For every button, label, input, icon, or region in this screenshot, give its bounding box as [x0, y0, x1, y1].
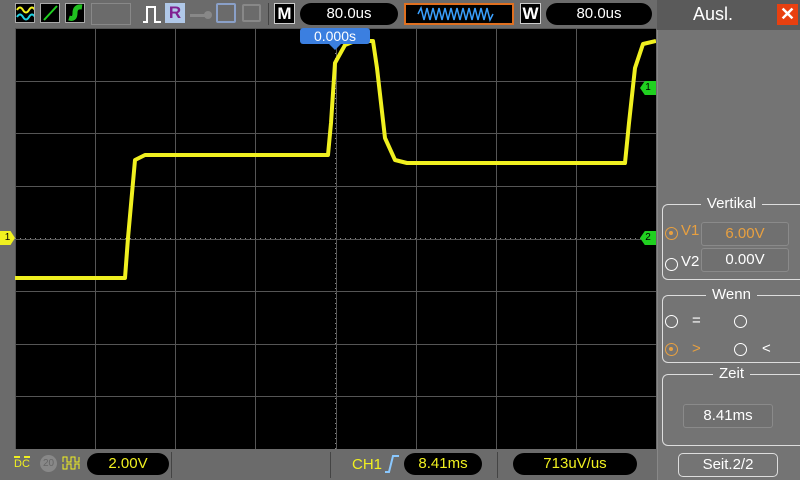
v2-radio[interactable] [665, 258, 678, 271]
option-radio[interactable] [734, 315, 747, 328]
math-line-icon[interactable] [40, 3, 60, 23]
persistence-icon[interactable] [65, 3, 85, 23]
run-mode-button[interactable]: R [165, 3, 185, 23]
close-icon[interactable]: ✕ [777, 4, 798, 25]
trigger-time[interactable]: 8.41ms [404, 453, 482, 475]
wenn-group: Wenn [662, 286, 800, 363]
greater-label: > [692, 340, 701, 357]
timebase-mode-label: M [274, 3, 295, 24]
divider [330, 452, 331, 478]
vertikal-title: Vertikal [700, 195, 763, 212]
zeit-value[interactable]: 8.41ms [683, 404, 773, 428]
v1-radio[interactable] [665, 227, 678, 240]
ch-waveform-icon [62, 455, 82, 476]
divider [268, 3, 269, 25]
less-label: < [762, 340, 771, 357]
window-mode-label: W [520, 3, 541, 24]
wenn-title: Wenn [706, 286, 757, 303]
divider [497, 452, 498, 478]
bw-limit-icon: 20 [40, 455, 57, 472]
equal-radio[interactable] [665, 315, 678, 328]
pulse-trigger-icon[interactable] [142, 4, 162, 29]
trigger-position-marker [329, 44, 341, 50]
trigger-channel: CH1 [352, 456, 383, 473]
page-button[interactable]: Seit.2/2 [678, 453, 778, 477]
v1-label: V1 [681, 222, 700, 239]
empty-slot [91, 3, 131, 25]
timebase-value[interactable]: 80.0us [300, 3, 398, 25]
save-icon[interactable] [216, 3, 236, 23]
greater-radio[interactable] [665, 343, 678, 356]
waveform-display[interactable] [15, 28, 657, 450]
ch1-ground-marker[interactable]: 1 [0, 231, 15, 245]
graticule [15, 28, 657, 450]
trigger-position-label[interactable]: 0.000s [300, 28, 370, 44]
print-icon[interactable] [242, 4, 261, 22]
less-radio[interactable] [734, 343, 747, 356]
window-overview[interactable] [404, 3, 514, 25]
divider [171, 452, 172, 478]
v2-label: V2 [681, 253, 700, 270]
key-icon [190, 8, 214, 26]
equal-label: = [692, 312, 701, 329]
menu-title: Ausl. [692, 4, 734, 24]
ch1-waveform [15, 39, 657, 280]
zeit-title: Zeit [712, 365, 750, 382]
v1-value[interactable]: 6.00V [701, 222, 789, 246]
slope-value[interactable]: 713uV/us [513, 453, 637, 475]
coupling-label: DC [14, 456, 30, 470]
v2-value[interactable]: 0.00V [701, 248, 789, 272]
window-value[interactable]: 80.0us [546, 3, 652, 25]
channel-waves-icon[interactable] [15, 3, 36, 23]
rising-edge-icon [384, 454, 400, 479]
ch1-scale[interactable]: 2.00V [87, 453, 169, 475]
